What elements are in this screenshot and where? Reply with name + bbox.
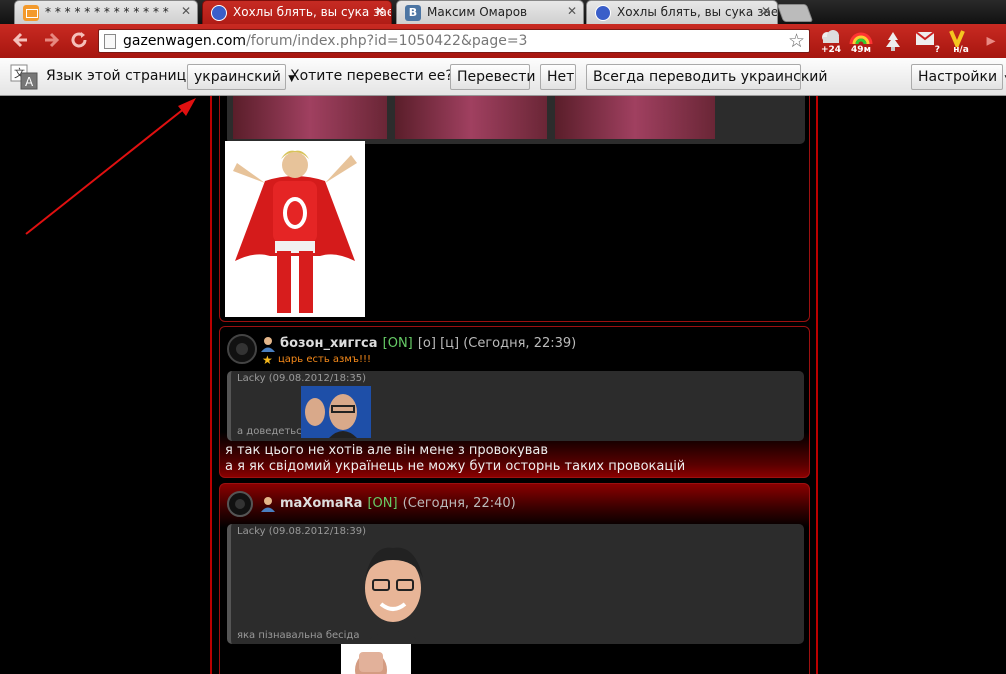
language-select[interactable]: украинский ▼ [187, 64, 295, 90]
weather-cloud-icon [822, 30, 839, 43]
translate-infobar: 文 A Язык этой страницы украинский ▼ Хоти… [0, 58, 1006, 96]
language-label: Язык этой страницы [46, 68, 198, 84]
translate-question: Хотите перевести ее? [290, 68, 453, 84]
v-badge: н/а [953, 45, 969, 55]
tab-title: Хохлы блять, вы сука заеба [617, 5, 778, 19]
tab-forum[interactable]: Хохлы блять, вы сука заеба ✕ [586, 0, 778, 24]
v-extension[interactable]: н/а [948, 29, 974, 55]
tab-strip: * * * * * * * * * * * * * ✕ Хохлы блять,… [0, 0, 1006, 24]
more-extensions-icon[interactable]: ▸ [980, 30, 1002, 52]
content-border-right [816, 96, 818, 674]
user-avatar[interactable] [226, 490, 254, 518]
user-avatar[interactable] [226, 333, 258, 365]
image-thumb[interactable] [395, 96, 547, 139]
image-thumb[interactable] [555, 96, 715, 139]
url-path: /forum/index.php?id=1050422&page=3 [246, 33, 528, 49]
bookmark-star-icon[interactable]: ☆ [788, 30, 805, 52]
translate-button[interactable]: Перевести [450, 64, 535, 90]
back-arrow-icon [12, 32, 27, 48]
user-icon [261, 337, 275, 352]
image-thumb[interactable] [341, 644, 411, 674]
mail-icon [23, 5, 39, 21]
settings-label: Настройки [918, 69, 998, 85]
no-button[interactable]: Нет [540, 64, 576, 90]
quote-block: Lacky (09.08.2012/18:35) а доведеться [227, 371, 804, 441]
post-body-line: а я як свідомий українець не можу бути о… [225, 459, 686, 474]
forum-post-previous [219, 96, 810, 322]
counter-extension[interactable]: 49м [848, 29, 874, 55]
quote-image[interactable] [301, 386, 371, 438]
close-icon[interactable]: ✕ [181, 4, 191, 18]
gmail-badge: ? [934, 45, 940, 55]
quote-text: а доведеться [237, 426, 308, 437]
settings-dropdown[interactable]: Настройки ▼ [911, 64, 1006, 90]
quote-image[interactable] [353, 538, 433, 644]
svg-text:A: A [25, 75, 34, 89]
image-thumb[interactable] [233, 96, 387, 139]
url-text[interactable]: gazenwagen.com/forum/index.php?id=105042… [123, 33, 527, 49]
annotation-arrow [25, 98, 196, 235]
rainbow-icon [849, 32, 873, 45]
christmas-tree-icon [886, 32, 900, 51]
weather-extension[interactable]: +24 [818, 29, 844, 55]
forward-arrow-icon [45, 32, 60, 48]
new-tab-button[interactable] [776, 4, 814, 22]
vw-icon [595, 5, 611, 21]
user-icon [261, 497, 275, 512]
tab-title: * * * * * * * * * * * * * [45, 5, 169, 19]
always-translate-button[interactable]: Всегда переводить украинский [586, 64, 828, 90]
address-bar[interactable]: gazenwagen.com/forum/index.php?id=105042… [98, 29, 810, 53]
page-icon [104, 34, 116, 49]
post-meta: (Сегодня, 22:40) [402, 496, 516, 511]
post-body-line: я так цього не хотів але він мене з пров… [225, 443, 549, 458]
tab-title: Хохлы блять, вы сука заеба [233, 5, 392, 19]
reload-button[interactable] [68, 30, 90, 52]
post-meta: [о] [ц] (Сегодня, 22:39) [417, 336, 577, 351]
url-host: gazenwagen.com [123, 33, 247, 49]
close-icon[interactable]: ✕ [567, 4, 577, 18]
quote-author: Lacky (09.08.2012/18:35) [237, 373, 366, 384]
online-status: [ON] [382, 336, 413, 351]
star-icon: ★ [262, 353, 273, 367]
tab-forum-active[interactable]: Хохлы блять, вы сука заеба ✕ [202, 0, 392, 24]
post-header: бозон_хиггса [ON] [о] [ц] (Сегодня, 22:3… [280, 332, 576, 351]
username-link[interactable]: бозон_хиггса [280, 336, 378, 351]
translate-icon: 文 A [10, 64, 38, 90]
quote-block [227, 96, 805, 144]
username-link[interactable]: maXomaRa [280, 496, 362, 511]
post-header: maXomaRa [ON] (Сегодня, 22:40) [280, 492, 516, 511]
quote-text: яка пізнавальна бесіда [237, 630, 360, 641]
close-icon[interactable]: ✕ [761, 4, 771, 18]
content-border-left [210, 96, 212, 674]
forum-page: бозон_хиггса [ON] [о] [ц] (Сегодня, 22:3… [0, 96, 1006, 674]
language-value: украинский [194, 69, 281, 85]
tab-title: Максим Омаров [427, 5, 528, 19]
tree-extension[interactable] [880, 29, 906, 55]
quote-author: Lacky (09.08.2012/18:39) [237, 526, 366, 537]
user-status: царь есть азмъ!!! [278, 354, 371, 365]
superhero-image[interactable] [225, 141, 365, 317]
weather-temp: +24 [820, 45, 842, 55]
toolbar: gazenwagen.com/forum/index.php?id=105042… [0, 24, 1006, 58]
close-icon[interactable]: ✕ [375, 4, 385, 18]
vw-icon [211, 5, 227, 21]
vk-icon: В [405, 5, 421, 21]
back-button[interactable] [10, 30, 32, 52]
tab-mail[interactable]: * * * * * * * * * * * * * ✕ [14, 0, 198, 24]
reload-icon [71, 32, 87, 48]
gmail-extension[interactable]: ? [914, 29, 940, 55]
tab-vk[interactable]: В Максим Омаров ✕ [396, 0, 584, 24]
online-status: [ON] [367, 496, 398, 511]
counter-value: 49м [851, 45, 871, 55]
forward-button[interactable] [40, 30, 62, 52]
quote-block: Lacky (09.08.2012/18:39) яка пізнавальна… [227, 524, 804, 644]
